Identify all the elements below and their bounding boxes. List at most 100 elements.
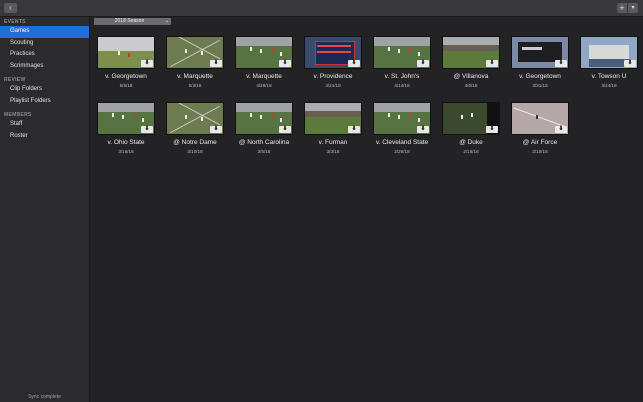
download-icon: ⬇ xyxy=(351,60,357,66)
game-card[interactable]: ⬇ v. St. John's 4/14/18 xyxy=(367,36,435,91)
sidebar-item-playlist-folders[interactable]: Playlist Folders xyxy=(0,96,89,108)
download-icon: ⬇ xyxy=(420,60,426,66)
game-thumbnail[interactable]: ⬇ xyxy=(442,102,500,135)
game-card[interactable]: ⬇ @ Notre Dame 3/10/18 xyxy=(160,102,228,157)
main-content: 2018 Season ⌄ ⬇ v. Georgetown 5/5/18 ⬇ v. Ma… xyxy=(90,17,643,402)
download-icon: ⬇ xyxy=(351,126,357,132)
download-button[interactable]: ⬇ xyxy=(141,60,153,67)
download-button[interactable]: ⬇ xyxy=(417,126,429,133)
game-thumbnail[interactable]: ⬇ xyxy=(373,102,431,135)
game-thumbnail[interactable]: ⬇ xyxy=(97,102,155,135)
download-button[interactable]: ⬇ xyxy=(555,126,567,133)
download-icon: ⬇ xyxy=(489,126,495,132)
download-button[interactable]: ⬇ xyxy=(348,60,360,67)
game-date: 3/24/18 xyxy=(601,83,617,88)
download-icon: ⬇ xyxy=(558,126,564,132)
back-button[interactable]: ‹ xyxy=(4,3,17,13)
game-thumbnail[interactable]: ⬇ xyxy=(304,102,362,135)
sync-status: Sync complete xyxy=(28,394,61,400)
game-card[interactable]: ⬇ v. Marquette 5/3/18 xyxy=(160,36,228,91)
game-date: 4/6/18 xyxy=(464,83,478,88)
chevron-down-icon: ▾ xyxy=(631,5,635,11)
download-button[interactable]: ⬇ xyxy=(279,126,291,133)
game-title: @ Villanova xyxy=(453,73,489,80)
game-thumbnail[interactable]: ⬇ xyxy=(235,36,293,69)
game-thumbnail[interactable]: ⬇ xyxy=(511,102,569,135)
download-icon: ⬇ xyxy=(144,60,150,66)
game-title: v. Providence xyxy=(313,73,353,80)
game-thumbnail[interactable]: ⬇ xyxy=(373,36,431,69)
game-date: 4/14/18 xyxy=(394,83,410,88)
game-date: 3/3/18 xyxy=(326,149,340,154)
sidebar-item-games[interactable]: Games xyxy=(0,26,89,38)
download-button[interactable]: ⬇ xyxy=(486,60,498,67)
game-date: 3/10/18 xyxy=(187,149,203,154)
game-title: v. Marquette xyxy=(246,73,282,80)
game-date: 5/5/18 xyxy=(119,83,133,88)
game-date: 3/5/18 xyxy=(257,149,271,154)
game-title: v. Towson U xyxy=(591,73,627,80)
game-card[interactable]: ⬇ v. Towson U 3/24/18 xyxy=(574,36,642,91)
game-thumbnail[interactable]: ⬇ xyxy=(580,36,638,69)
game-date: 3/31/18 xyxy=(532,83,548,88)
download-button[interactable]: ⬇ xyxy=(555,60,567,67)
sidebar-item-scouting[interactable]: Scouting xyxy=(0,38,89,50)
game-title: @ North Carolina xyxy=(238,139,290,146)
game-title: @ Notre Dame xyxy=(173,139,217,146)
game-card[interactable]: ⬇ v. Furman 3/3/18 xyxy=(298,102,366,157)
game-thumbnail[interactable]: ⬇ xyxy=(304,36,362,69)
game-date: 4/28/18 xyxy=(256,83,272,88)
game-card[interactable]: ⬇ v. Marquette 4/28/18 xyxy=(229,36,297,91)
download-button[interactable]: ⬇ xyxy=(141,126,153,133)
game-card[interactable]: ⬇ @ Villanova 4/6/18 xyxy=(436,36,504,91)
game-card[interactable]: ⬇ v. Georgetown 5/5/18 xyxy=(91,36,159,91)
game-date: 3/16/18 xyxy=(118,149,134,154)
game-thumbnail[interactable]: ⬇ xyxy=(442,36,500,69)
add-button[interactable]: + xyxy=(617,3,627,13)
download-button[interactable]: ⬇ xyxy=(210,126,222,133)
sidebar-item-staff[interactable]: Staff xyxy=(0,119,89,131)
game-card[interactable]: ⬇ v. Providence 4/21/18 xyxy=(298,36,366,91)
game-date: 2/10/18 xyxy=(532,149,548,154)
download-button[interactable]: ⬇ xyxy=(486,126,498,133)
game-title: @ Air Force xyxy=(522,139,558,146)
game-title: v. Georgetown xyxy=(105,73,147,80)
download-icon: ⬇ xyxy=(558,60,564,66)
title-bar: ‹ + ▾ xyxy=(0,0,643,17)
chevron-down-icon: ⌄ xyxy=(164,18,169,24)
download-button[interactable]: ⬇ xyxy=(210,60,222,67)
download-button[interactable]: ⬇ xyxy=(417,60,429,67)
download-icon: ⬇ xyxy=(420,126,426,132)
section-header-review: REVIEW xyxy=(4,77,26,83)
game-card[interactable]: ⬇ @ Duke 2/16/18 xyxy=(436,102,504,157)
game-thumbnail[interactable]: ⬇ xyxy=(166,36,224,69)
game-date: 2/26/18 xyxy=(394,149,410,154)
sidebar-item-scrimmages[interactable]: Scrimmages xyxy=(0,61,89,73)
game-thumbnail[interactable]: ⬇ xyxy=(166,102,224,135)
game-card[interactable]: ⬇ v. Cleveland State 2/26/18 xyxy=(367,102,435,157)
download-icon: ⬇ xyxy=(213,126,219,132)
add-menu-button[interactable]: ▾ xyxy=(628,3,638,13)
game-card[interactable]: ⬇ v. Georgetown 3/31/18 xyxy=(505,36,573,91)
game-title: v. Marquette xyxy=(177,73,213,80)
sidebar: EVENTS Games Scouting Practices Scrimmag… xyxy=(0,17,90,402)
download-button[interactable]: ⬇ xyxy=(348,126,360,133)
sidebar-item-clip-folders[interactable]: Clip Folders xyxy=(0,84,89,96)
game-card[interactable]: ⬇ @ North Carolina 3/5/18 xyxy=(229,102,297,157)
sidebar-item-practices[interactable]: Practices xyxy=(0,49,89,61)
download-icon: ⬇ xyxy=(213,60,219,66)
game-card[interactable]: ⬇ @ Air Force 2/10/18 xyxy=(505,102,573,157)
game-date: 4/21/18 xyxy=(325,83,341,88)
download-icon: ⬇ xyxy=(282,126,288,132)
download-icon: ⬇ xyxy=(282,60,288,66)
game-thumbnail[interactable]: ⬇ xyxy=(511,36,569,69)
download-button[interactable]: ⬇ xyxy=(279,60,291,67)
download-button[interactable]: ⬇ xyxy=(624,60,636,67)
game-card[interactable]: ⬇ v. Ohio State 3/16/18 xyxy=(91,102,159,157)
game-thumbnail[interactable]: ⬇ xyxy=(97,36,155,69)
download-icon: ⬇ xyxy=(144,126,150,132)
season-select[interactable]: 2018 Season ⌄ xyxy=(94,18,171,25)
sidebar-item-roster[interactable]: Roster xyxy=(0,131,89,143)
game-title: v. Cleveland State xyxy=(375,139,429,146)
game-thumbnail[interactable]: ⬇ xyxy=(235,102,293,135)
